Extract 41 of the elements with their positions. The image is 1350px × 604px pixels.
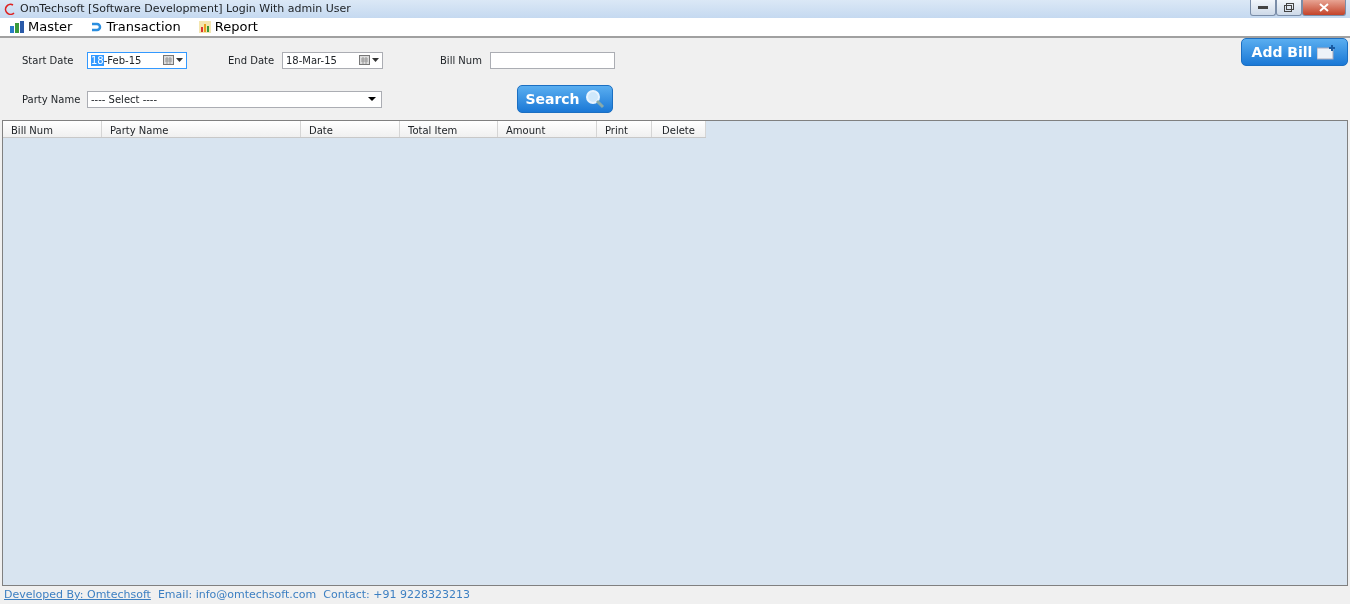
column-header[interactable]: Bill Num: [3, 121, 102, 137]
calendar-icon: [359, 55, 370, 65]
field-label: Party Name: [22, 92, 82, 107]
menu-item[interactable]: Transaction: [90, 17, 181, 37]
dropdown-value: ---- Select ----: [91, 92, 158, 107]
report-chart-icon: [198, 21, 211, 33]
column-header[interactable]: Total Item: [400, 121, 498, 137]
column-header[interactable]: Delete: [652, 121, 706, 137]
minimize-button[interactable]: [1250, 0, 1276, 16]
date-picker[interactable]: 18-Mar-15: [282, 51, 383, 69]
minimize-icon: [1258, 5, 1268, 10]
restore-button[interactable]: [1276, 0, 1302, 16]
bill-number-field[interactable]: [490, 51, 615, 69]
bar-chart-icon: [10, 21, 24, 33]
restore-icon: [1284, 3, 1294, 12]
contact-text: Contact: +91 9228323213: [323, 587, 470, 604]
calendar-icon: [163, 55, 174, 65]
column-header[interactable]: Date: [301, 121, 400, 137]
close-icon: [1319, 3, 1329, 12]
dropdown-caret-icon: [368, 97, 376, 101]
app-logo-icon: [4, 3, 16, 15]
date-value: 18-Mar-15: [286, 53, 337, 68]
field-label: Start Date: [22, 53, 75, 68]
menu-item[interactable]: Master: [10, 17, 73, 37]
close-button[interactable]: [1302, 0, 1346, 16]
dropdown-caret-icon: [372, 58, 379, 62]
field-label: Bill Num: [440, 53, 483, 68]
document-icon: [1317, 44, 1338, 60]
column-header[interactable]: Print: [597, 121, 652, 137]
window-title: OmTechsoft [Software Development] Login With admin User: [20, 0, 351, 17]
column-header[interactable]: Amount: [498, 121, 597, 137]
menu-item[interactable]: Report: [198, 17, 258, 37]
party-name-dropdown[interactable]: ---- Select ----: [87, 90, 382, 108]
developer-link[interactable]: Developed By: Omtechsoft: [4, 587, 151, 604]
column-header[interactable]: Party Name: [102, 121, 301, 137]
dropdown-caret-icon: [176, 58, 183, 62]
date-picker[interactable]: 18-Feb-15: [87, 51, 187, 69]
date-value: 18-Feb-15: [91, 53, 142, 68]
email-text: Email: info@omtechsoft.com: [157, 587, 317, 604]
search-icon: [584, 89, 605, 109]
field-label: End Date: [228, 53, 276, 68]
